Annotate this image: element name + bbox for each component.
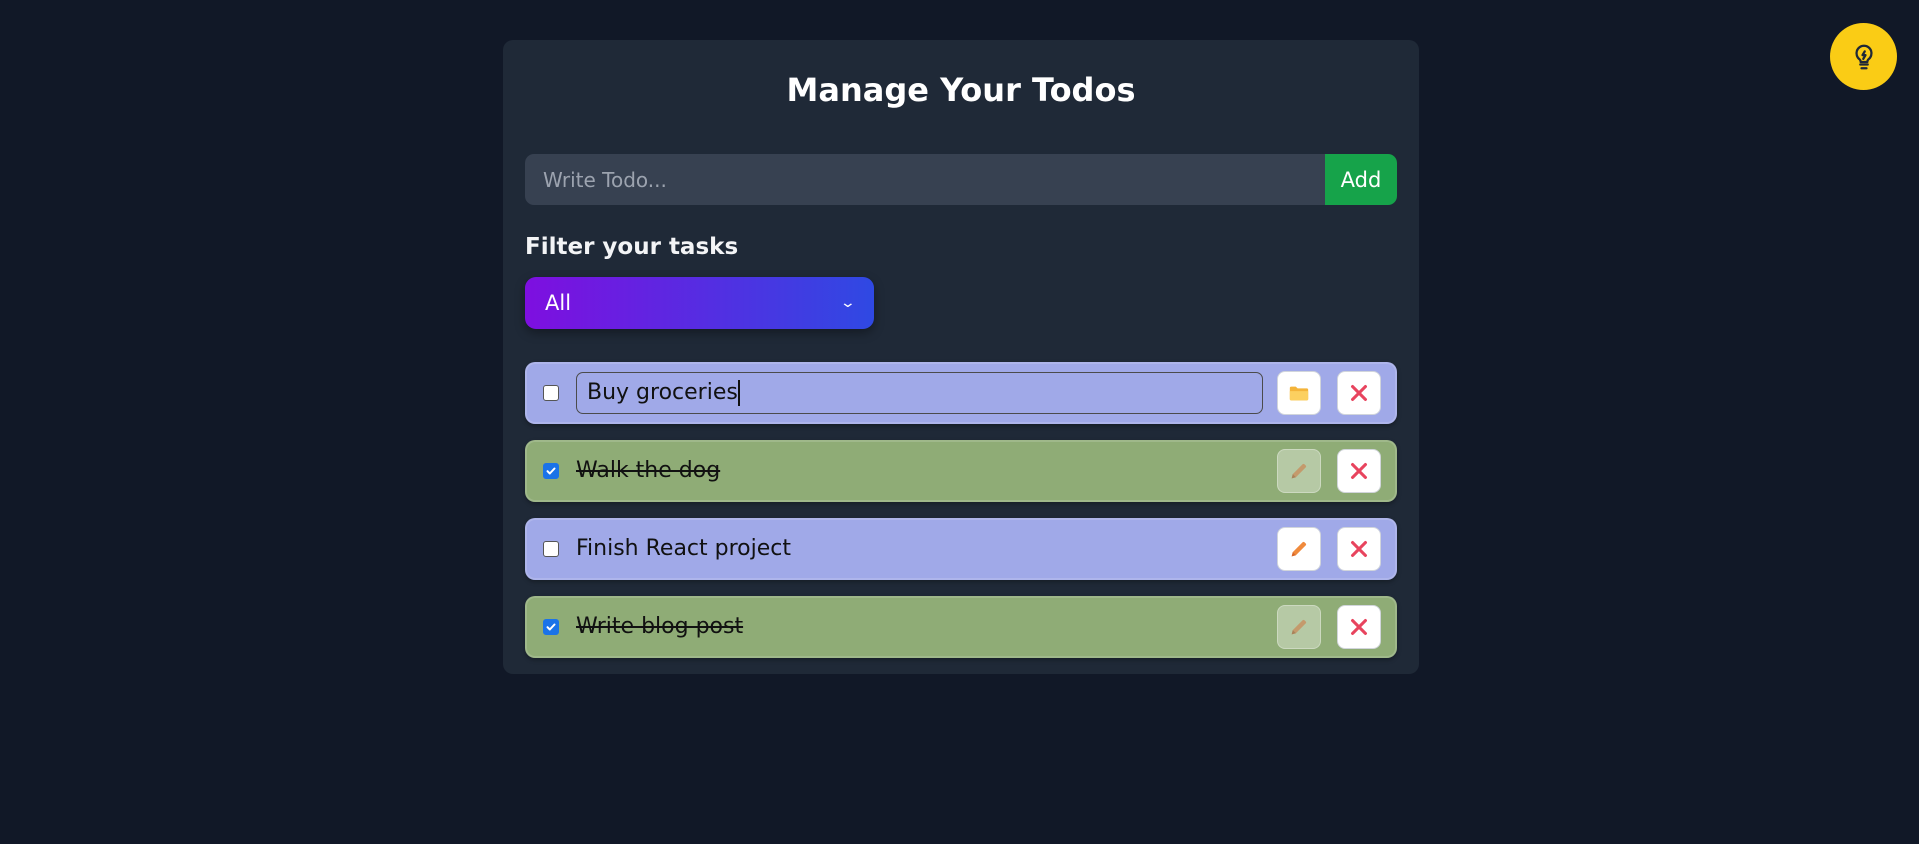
folder-icon <box>1289 386 1309 401</box>
todo-checkbox[interactable] <box>543 463 559 479</box>
save-button[interactable] <box>1277 371 1321 415</box>
add-button[interactable]: Add <box>1325 154 1397 205</box>
todo-input[interactable] <box>525 154 1325 205</box>
todo-text: Write blog post <box>576 614 744 639</box>
todo-text-container: Write blog post <box>576 606 1263 648</box>
filter-selected-value: All <box>545 291 572 315</box>
todo-text: Buy groceries <box>587 380 738 405</box>
todo-text: Walk the dog <box>576 458 721 483</box>
edit-button[interactable] <box>1277 605 1321 649</box>
todo-text-container: Walk the dog <box>576 450 1263 492</box>
delete-button[interactable] <box>1337 605 1381 649</box>
pencil-icon <box>1291 619 1307 635</box>
edit-button[interactable] <box>1277 449 1321 493</box>
todo-list: Buy groceries Walk the dog Finish React … <box>525 362 1397 674</box>
lightbulb-icon <box>1854 44 1873 69</box>
checkmark-icon <box>546 623 556 631</box>
text-caret <box>737 380 740 406</box>
chevron-down-icon: ⌄ <box>839 295 857 311</box>
edit-button[interactable] <box>1277 527 1321 571</box>
delete-button[interactable] <box>1337 371 1381 415</box>
todo-checkbox[interactable] <box>543 385 559 401</box>
page-title: Manage Your Todos <box>786 71 1136 109</box>
filter-select[interactable]: All ⌄ <box>525 277 874 329</box>
delete-button[interactable] <box>1337 527 1381 571</box>
pencil-icon <box>1291 541 1307 557</box>
pencil-icon <box>1291 463 1307 479</box>
todo-text-container: Finish React project <box>576 528 1263 570</box>
todo-item: Finish React project <box>525 518 1397 580</box>
add-todo-form: Add <box>525 154 1397 205</box>
checkmark-icon <box>546 467 556 475</box>
todo-item: Walk the dog <box>525 440 1397 502</box>
close-icon <box>1351 619 1367 635</box>
todo-item: Write blog post <box>525 596 1397 658</box>
todo-edit-input[interactable]: Buy groceries <box>576 372 1263 414</box>
close-icon <box>1351 385 1367 401</box>
todo-item: Buy groceries <box>525 362 1397 424</box>
todo-checkbox[interactable] <box>543 541 559 557</box>
theme-toggle-button[interactable] <box>1830 23 1897 90</box>
filter-label: Filter your tasks <box>525 234 739 260</box>
delete-button[interactable] <box>1337 449 1381 493</box>
todo-checkbox[interactable] <box>543 619 559 635</box>
todo-card: Manage Your Todos Add Filter your tasks … <box>503 40 1419 674</box>
todo-text: Finish React project <box>576 536 792 561</box>
close-icon <box>1351 541 1367 557</box>
close-icon <box>1351 463 1367 479</box>
